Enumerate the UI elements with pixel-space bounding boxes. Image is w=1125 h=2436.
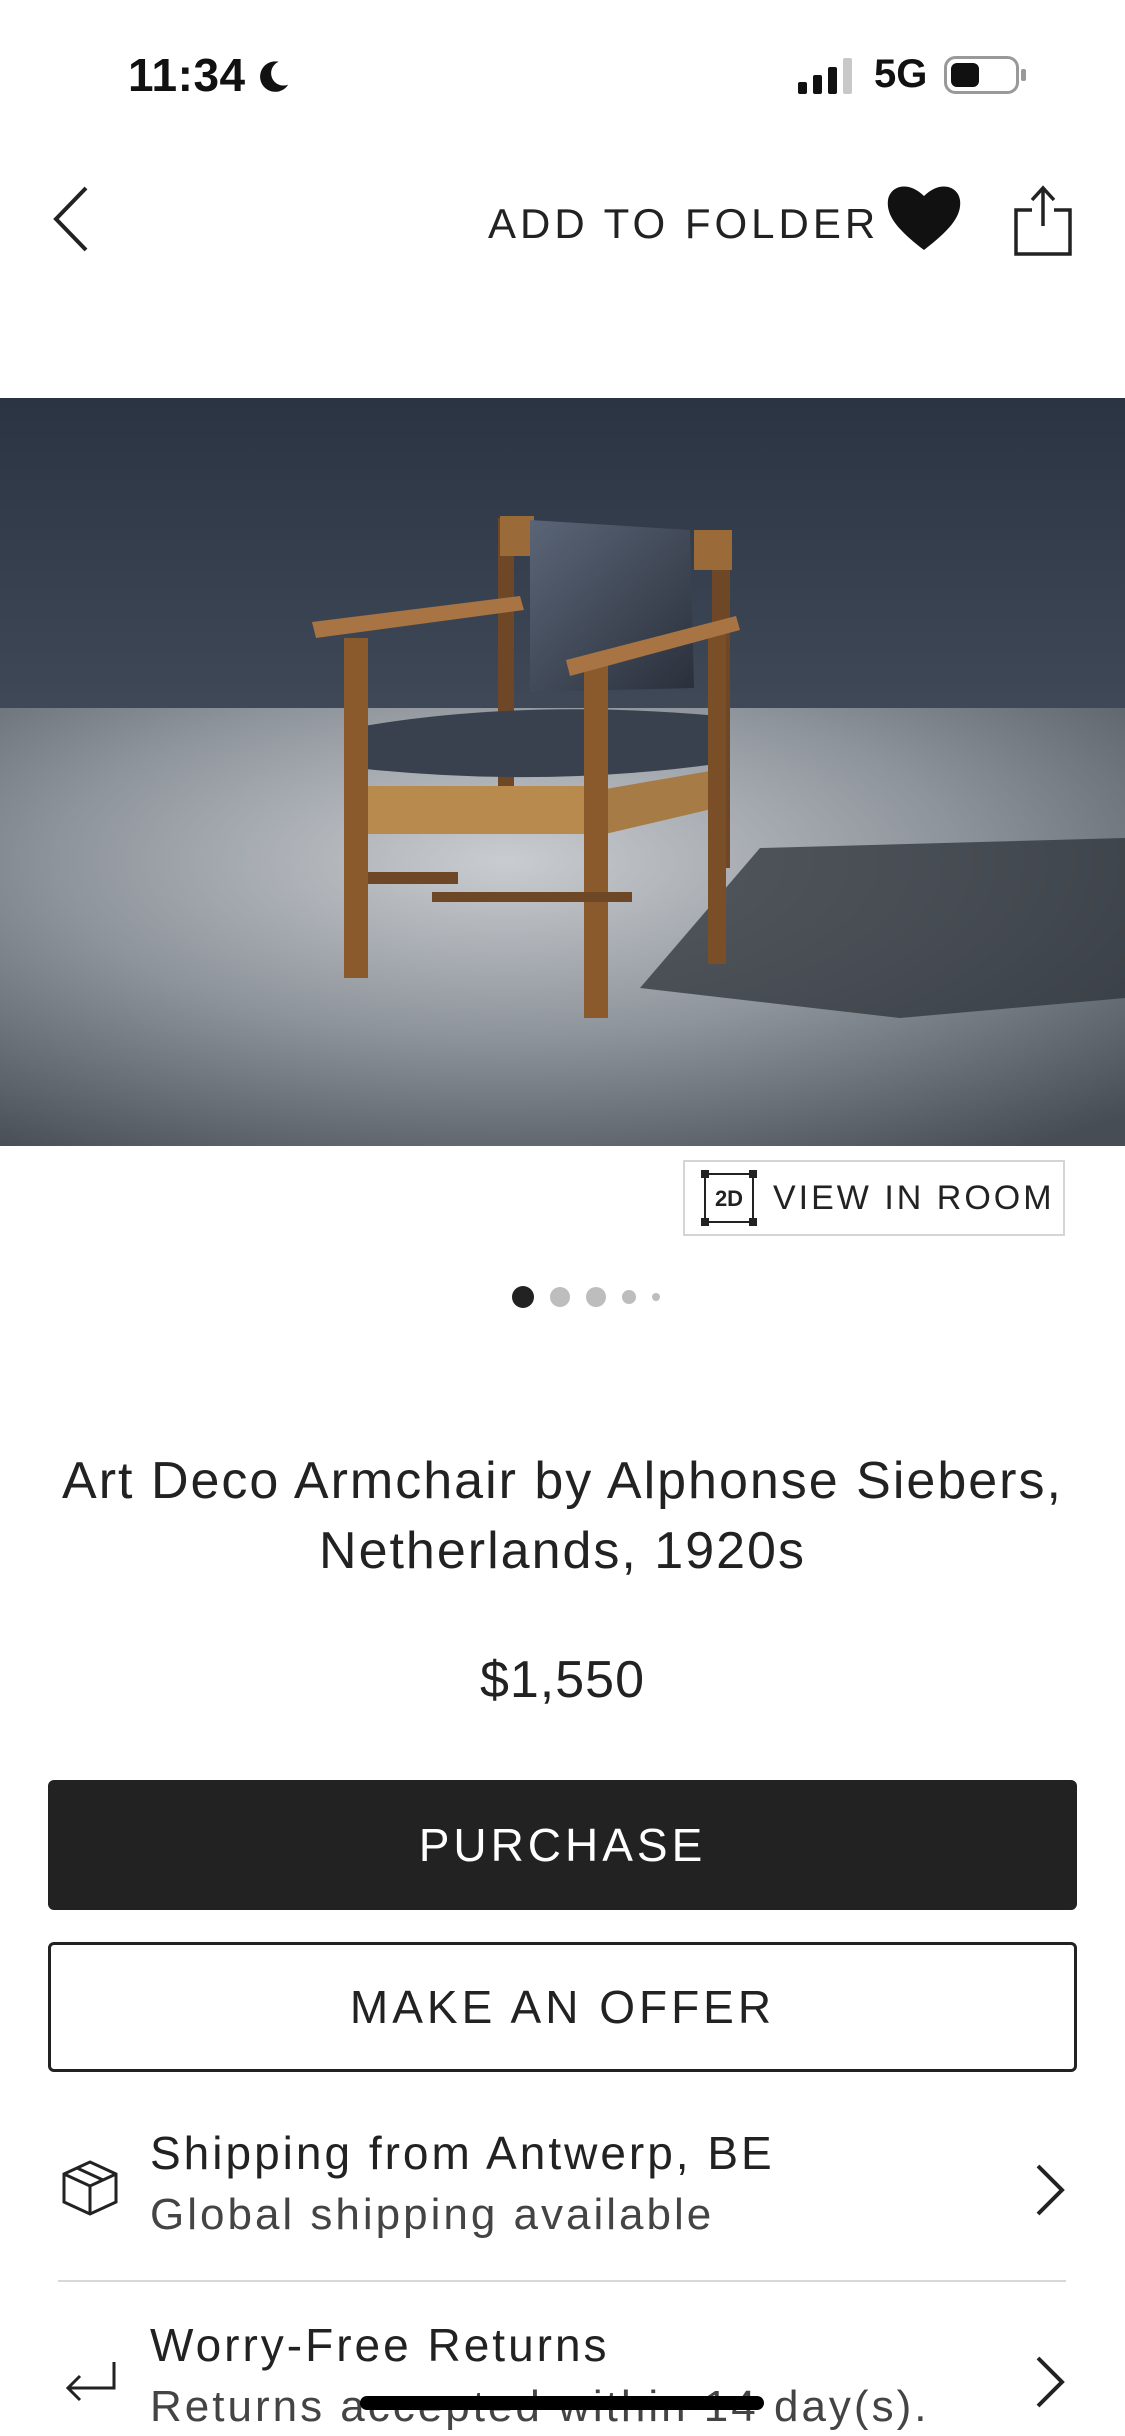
divider xyxy=(58,2280,1066,2282)
view-2d-icon: 2D xyxy=(701,1170,757,1226)
page-dot-4[interactable] xyxy=(622,1290,636,1304)
product-page: 11:34 5G ADD TO FOLDER 2D VIEW IN ROOM A… xyxy=(0,0,1125,2436)
shipping-title: Shipping from Antwerp, BE xyxy=(150,2127,775,2179)
return-arrow-icon xyxy=(65,2362,116,2402)
make-offer-button[interactable]: MAKE AN OFFER xyxy=(48,1942,1077,2072)
battery-icon xyxy=(944,56,1026,94)
home-indicator[interactable] xyxy=(360,2396,764,2410)
back-chevron-icon[interactable] xyxy=(48,182,96,256)
purchase-button[interactable]: PURCHASE xyxy=(48,1780,1077,1910)
chevron-right-icon xyxy=(1036,2164,1065,2216)
shipping-row[interactable]: Shipping from Antwerp, BE Global shippin… xyxy=(58,2120,1068,2270)
product-price: $1,550 xyxy=(479,1651,646,1709)
view-in-room-label: VIEW IN ROOM xyxy=(773,1178,1055,1217)
product-title: Art Deco Armchair by Alphonse Siebers, N… xyxy=(62,1452,1063,1580)
share-icon[interactable] xyxy=(1012,182,1074,258)
status-time: 11:34 xyxy=(128,49,246,101)
page-dot-2[interactable] xyxy=(550,1287,570,1307)
network-label: 5G xyxy=(874,52,928,96)
heart-icon[interactable] xyxy=(884,178,964,258)
shipping-subtitle: Global shipping available xyxy=(150,2190,715,2239)
package-icon xyxy=(62,2160,118,2216)
image-pagination[interactable] xyxy=(512,1286,676,1308)
view-2d-label: 2D xyxy=(715,1186,743,1211)
moon-icon xyxy=(260,61,289,92)
add-to-folder-button[interactable]: ADD TO FOLDER xyxy=(488,200,879,248)
view-in-room-button[interactable]: 2D VIEW IN ROOM xyxy=(683,1160,1065,1236)
returns-row[interactable]: Worry-Free Returns Returns accepted with… xyxy=(58,2312,1068,2436)
product-image[interactable] xyxy=(0,398,1125,1146)
page-dot-3[interactable] xyxy=(586,1287,606,1307)
signal-icon xyxy=(798,58,852,94)
chevron-right-icon xyxy=(1036,2356,1065,2408)
page-dot-5[interactable] xyxy=(652,1293,660,1301)
page-dot-1[interactable] xyxy=(512,1286,534,1308)
returns-title: Worry-Free Returns xyxy=(150,2319,610,2371)
